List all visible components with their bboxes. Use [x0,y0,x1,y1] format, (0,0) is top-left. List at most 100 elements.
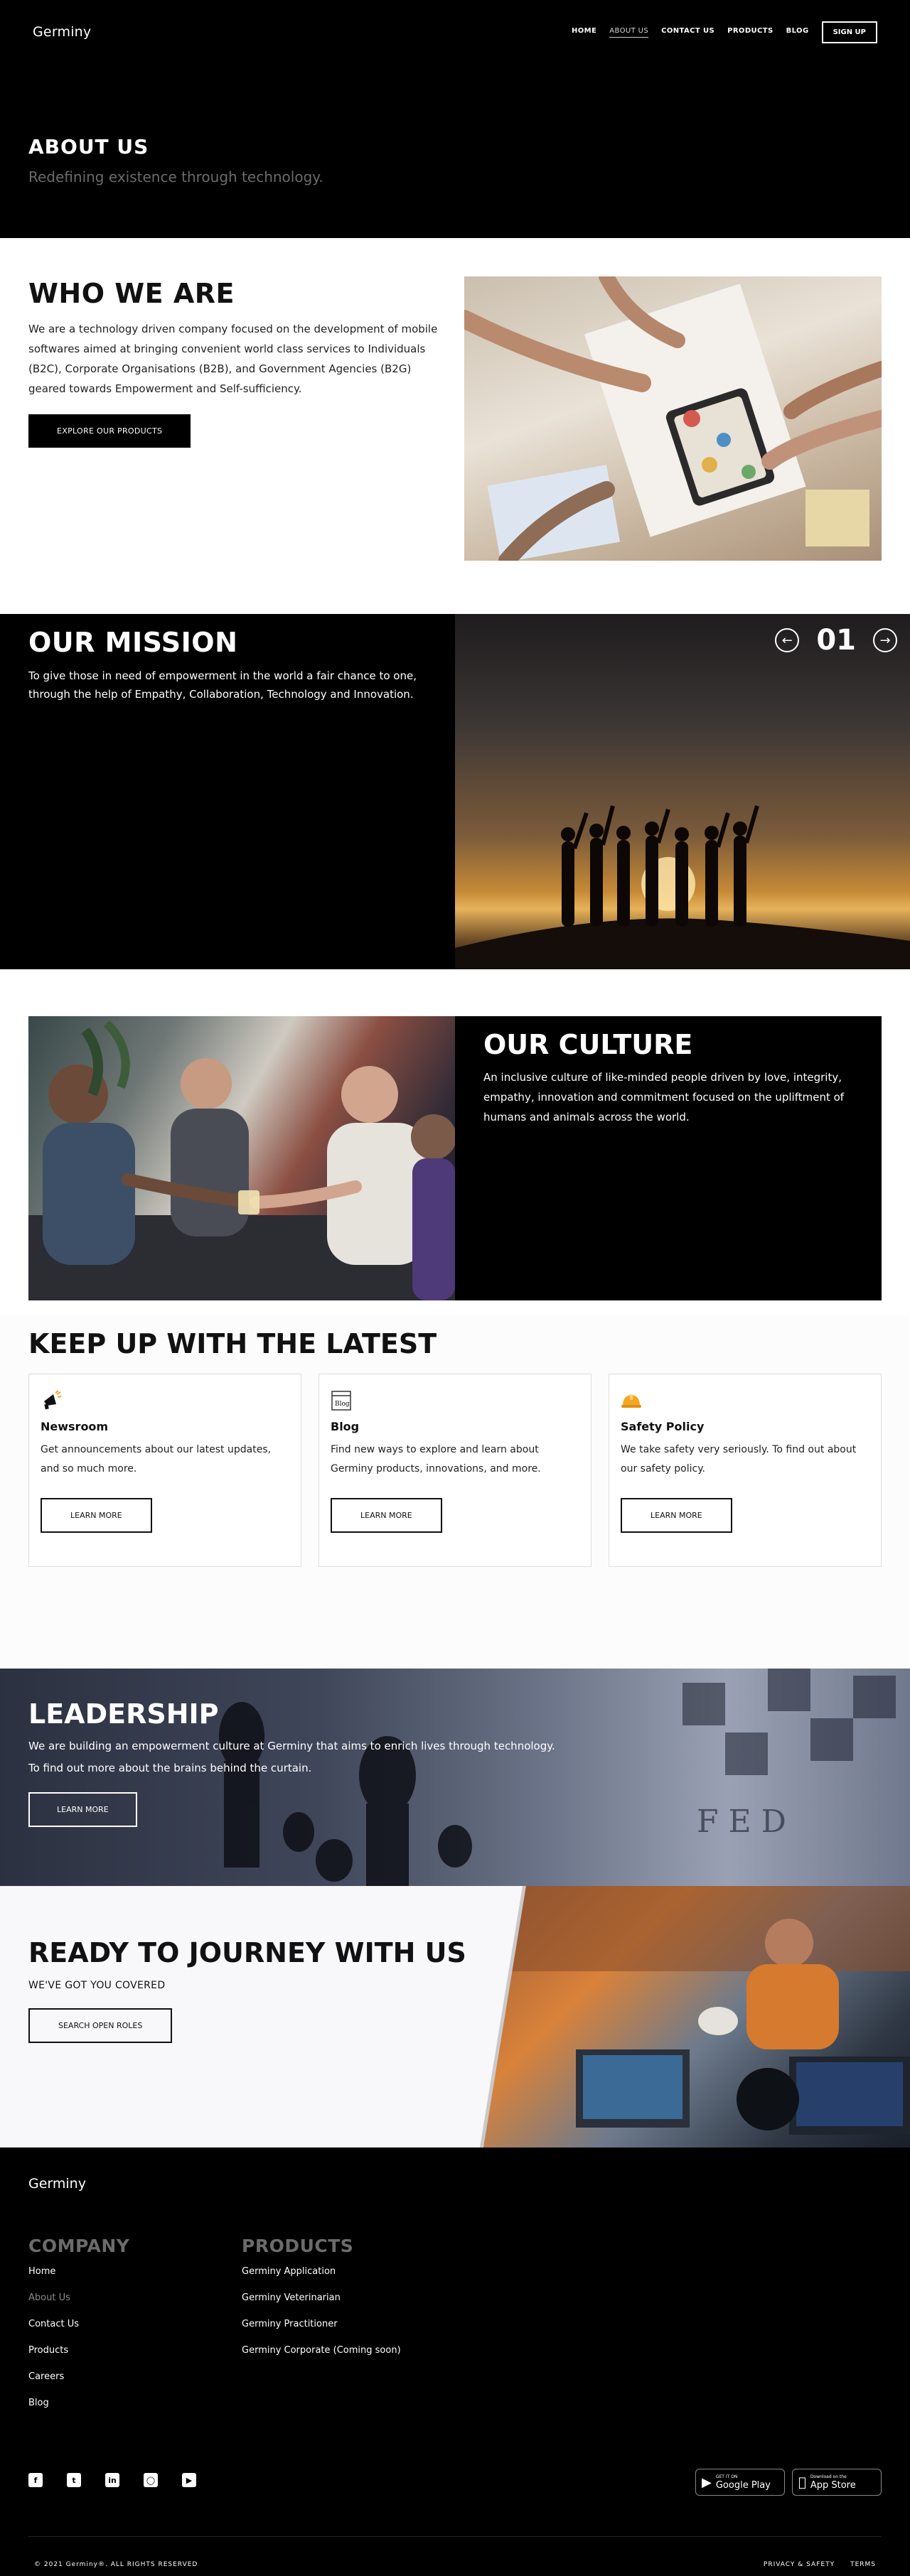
latest-cards: Newsroom Get announcements about our lat… [28,1374,882,1567]
footer-divider [28,2536,882,2537]
journey-title: READY TO JOURNEY WITH US [28,1937,466,1968]
copyright: © 2021 Germiny®. ALL RIGHTS RESERVED [34,2561,198,2568]
footer-products-column: PRODUCTS Germiny Application Germiny Vet… [242,2236,401,2371]
mission-text: OUR MISSION To give those in need of emp… [28,627,441,704]
who-we-are-body: We are a technology driven company focus… [28,323,438,395]
card-title: Safety Policy [621,1420,705,1433]
card-body: Get announcements about our latest updat… [41,1444,272,1475]
hardhat-icon [621,1394,641,1408]
app-store-text: Download on the App Store [803,2474,856,2491]
legal-links: PRIVACY & SAFETY TERMS [764,2561,876,2568]
google-play-small-text: GET IT ON [715,2474,738,2479]
leadership-line-1: We are building an empowerment culture a… [28,1740,555,1752]
footer-link-about-us[interactable]: About Us [28,2292,129,2303]
footer-link-home[interactable]: Home [28,2266,129,2277]
footer-logo[interactable]: Germiny [28,2176,86,2192]
journey-subtitle: WE'VE GOT YOU COVERED [28,1980,166,1991]
footer-products-title: PRODUCTS [242,2236,354,2256]
footer-link-products[interactable]: Products [28,2345,129,2356]
who-we-are-title: WHO WE ARE [28,278,235,309]
carousel-controls: ← 01 → [775,624,897,657]
nav-contact-us[interactable]: CONTACT US [661,27,714,37]
footer-company-column: COMPANY Home About Us Contact Us Product… [28,2236,129,2424]
hero-subtitle: Redefining existence through technology. [28,168,323,185]
nav-products[interactable]: PRODUCTS [727,27,774,37]
footer-link-germiny-practitioner[interactable]: Germiny Practitioner [242,2319,401,2329]
top-nav: Germiny HOME ABOUT US CONTACT US PRODUCT… [0,0,910,64]
safety-learn-more-button[interactable]: LEARN MORE [621,1498,732,1533]
leadership-text: LEADERSHIP We are building an empowermen… [28,1698,668,1827]
footer-link-contact-us[interactable]: Contact Us [28,2319,129,2329]
footer-link-germiny-veterinarian[interactable]: Germiny Veterinarian [242,2292,401,2303]
mission-section: OUR MISSION To give those in need of emp… [0,614,910,969]
journey-section: READY TO JOURNEY WITH US WE'VE GOT YOU C… [0,1886,910,2147]
instagram-icon[interactable]: ◯ [144,2473,158,2487]
google-play-icon: ▶ [702,2474,712,2490]
team-working-illustration [483,1886,910,2135]
explore-products-button[interactable]: EXPLORE OUR PRODUCTS [28,414,191,448]
leadership-learn-more-button[interactable]: LEARN MORE [28,1792,137,1827]
card-title: Newsroom [41,1420,109,1433]
google-play-big-text: Google Play [715,2479,771,2491]
latest-section: KEEP UP WITH THE LATEST Newsroom Get ann… [0,1315,910,1669]
who-we-are-section: WHO WE ARE We are a technology driven co… [0,238,910,614]
social-links: f t in ◯ ▶ [28,2473,196,2487]
blog-learn-more-button[interactable]: LEARN MORE [331,1498,442,1533]
leadership-line-2: To find out more about the brains behind… [28,1762,312,1774]
nav-blog[interactable]: BLOG [786,27,809,37]
team-planning-illustration [464,276,882,561]
card-safety-policy: Safety Policy We take safety very seriou… [609,1374,882,1567]
blog-icon-text: Blog [335,1401,350,1408]
blog-icon: Blog [331,1391,351,1411]
app-store-badge[interactable]:  Download on the App Store [792,2469,882,2496]
sunset-silhouettes-illustration [455,805,910,969]
card-body: We take safety very seriously. To find o… [621,1444,857,1475]
youtube-icon[interactable]: ▶ [182,2473,196,2487]
team-toast-image [28,1016,455,1300]
app-store-big-text: App Store [803,2479,856,2491]
footer-link-blog[interactable]: Blog [28,2398,129,2408]
signup-button[interactable]: SIGN UP [821,21,877,43]
footer-link-germiny-application[interactable]: Germiny Application [242,2266,401,2277]
culture-title: OUR CULTURE [483,1029,693,1060]
chess-board-letters: F E D [697,1804,786,1840]
newsroom-learn-more-button[interactable]: LEARN MORE [41,1498,152,1533]
twitter-icon[interactable]: t [67,2473,81,2487]
nav-about-us[interactable]: ABOUT US [609,27,649,38]
facebook-icon[interactable]: f [28,2473,43,2487]
logo[interactable]: Germiny [33,24,91,40]
nav-home[interactable]: HOME [572,27,596,37]
apple-icon:  [798,2475,806,2490]
footer: Germiny COMPANY Home About Us Contact Us… [0,2147,910,2576]
nav-links: HOME ABOUT US CONTACT US PRODUCTS BLOG S… [572,21,877,43]
who-we-are-text: WHO WE ARE We are a technology driven co… [28,278,441,448]
leadership-title: LEADERSHIP [28,1698,219,1730]
team-working-image [483,1886,910,2147]
card-blog: Blog Blog Find new ways to explore and l… [318,1374,592,1567]
megaphone-icon [44,1390,62,1410]
culture-section: OUR CULTURE An inclusive culture of like… [0,969,910,1315]
latest-title: KEEP UP WITH THE LATEST [28,1328,437,1359]
culture-body: An inclusive culture of like-minded peop… [483,1071,845,1123]
hero: ABOUT US Redefining existence through te… [0,64,910,238]
app-store-small-text: Download on the [803,2474,847,2479]
google-play-text: GET IT ON Google Play [715,2474,771,2491]
culture-text-box: OUR CULTURE An inclusive culture of like… [455,1016,882,1300]
footer-link-germiny-corporate[interactable]: Germiny Corporate (Coming soon) [242,2345,401,2356]
next-arrow-icon[interactable]: → [873,628,897,652]
team-planning-image [464,276,882,561]
card-newsroom: Newsroom Get announcements about our lat… [28,1374,301,1567]
terms-link[interactable]: TERMS [850,2561,876,2568]
app-store-badges: ▶ GET IT ON Google Play  Download on th… [695,2469,882,2496]
privacy-safety-link[interactable]: PRIVACY & SAFETY [764,2561,835,2568]
linkedin-icon[interactable]: in [105,2473,119,2487]
prev-arrow-icon[interactable]: ← [775,628,800,652]
google-play-badge[interactable]: ▶ GET IT ON Google Play [695,2469,785,2496]
sunset-silhouettes-image: ← 01 → [455,614,910,969]
search-open-roles-button[interactable]: SEARCH OPEN ROLES [28,2008,173,2043]
journey-text: READY TO JOURNEY WITH US WE'VE GOT YOU C… [28,1937,466,2043]
mission-body: To give those in need of empowerment in … [28,669,417,701]
slide-number: 01 [816,624,856,657]
card-title: Blog [331,1420,360,1433]
footer-link-careers[interactable]: Careers [28,2371,129,2382]
